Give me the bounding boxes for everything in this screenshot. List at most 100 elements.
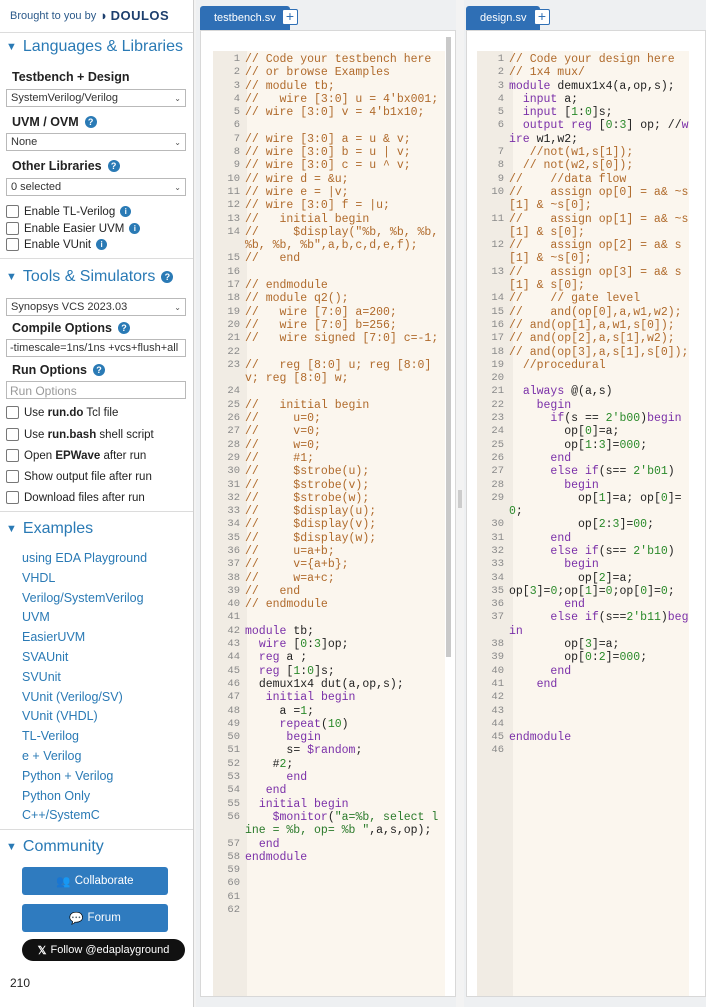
show-output-option[interactable]: Show output file after run	[6, 470, 152, 483]
code-text[interactable]: if(s == 2'b00)begin	[509, 412, 689, 425]
code-text[interactable]: // or browse Examples	[245, 66, 443, 79]
code-text[interactable]: // v=0;	[245, 425, 443, 438]
code-text[interactable]: // $strobe(v);	[245, 479, 443, 492]
help-icon[interactable]: ?	[161, 271, 174, 283]
doulos-logo[interactable]: ◗ DOULOS	[100, 8, 169, 23]
example-link[interactable]: SVAUnit	[22, 650, 68, 664]
code-text[interactable]	[509, 372, 689, 385]
code-text[interactable]: // assign op[3] = a& s[1] & s[0];	[509, 266, 689, 293]
language-select[interactable]: SystemVerilog/Verilog ⌄	[6, 89, 186, 107]
code-text[interactable]: // $display(w);	[245, 532, 443, 545]
code-text[interactable]: #2;	[245, 758, 443, 771]
code-text[interactable]: // and(op[0],a,w1,w2);	[509, 306, 689, 319]
code-text[interactable]: // end	[245, 585, 443, 598]
code-text[interactable]: //not(w1,s[1]);	[509, 146, 689, 159]
code-text[interactable]: // module tb;	[245, 80, 443, 93]
code-text[interactable]: end	[509, 598, 689, 611]
checkbox[interactable]	[6, 428, 19, 441]
code-text[interactable]: end	[245, 771, 443, 784]
code-text[interactable]: op[3]=0;op[1]=0;op[0]=0;	[509, 585, 689, 598]
use-run-bash-option[interactable]: Use run.bash shell script	[6, 428, 154, 441]
code-text[interactable]: // assign op[1] = a& ~s[1] & s[0];	[509, 213, 689, 240]
info-icon[interactable]: i	[129, 223, 141, 234]
pane-resize-handle[interactable]	[458, 490, 462, 508]
code-text[interactable]: end	[245, 784, 443, 797]
code-text[interactable]: // $strobe(w);	[245, 492, 443, 505]
info-icon[interactable]: i	[96, 239, 108, 250]
code-text[interactable]: wire [0:3]op;	[245, 638, 443, 651]
add-file-icon[interactable]: +	[534, 9, 550, 25]
example-link[interactable]: VUnit (VHDL)	[22, 709, 98, 723]
example-link[interactable]: VUnit (Verilog/SV)	[22, 690, 123, 704]
tab-testbench[interactable]: testbench.sv	[200, 6, 290, 30]
info-icon[interactable]: i	[120, 206, 132, 217]
code-text[interactable]: // u=0;	[245, 412, 443, 425]
code-text[interactable]: end	[509, 452, 689, 465]
code-text[interactable]: endmodule	[245, 851, 443, 864]
example-link[interactable]: Python + Verilog	[22, 769, 113, 783]
code-text[interactable]: endmodule	[509, 731, 689, 744]
example-link[interactable]: Python Only	[22, 789, 90, 803]
code-text[interactable]: // Code your testbench here	[245, 53, 443, 66]
code-text[interactable]	[245, 904, 443, 917]
editor-scrollbar[interactable]	[446, 37, 451, 657]
code-text[interactable]: end	[509, 665, 689, 678]
code-text[interactable]: else if(s== 2'b10)	[509, 545, 689, 558]
help-icon[interactable]: ?	[93, 364, 105, 376]
code-text[interactable]: // module q2();	[245, 292, 443, 305]
forum-button[interactable]: 💬 Forum	[22, 904, 168, 932]
code-text[interactable]: input a;	[509, 93, 689, 106]
code-text[interactable]: // wire d = &u;	[245, 173, 443, 186]
testbench-editor[interactable]: 1 // Code your testbench here 2 // or brows…	[200, 30, 456, 997]
code-text[interactable]	[245, 346, 443, 359]
add-file-icon[interactable]: +	[282, 9, 298, 25]
code-text[interactable]: // v={a+b};	[245, 558, 443, 571]
code-text[interactable]	[245, 266, 443, 279]
code-text[interactable]: // wire [3:0] v = 4'b1x10;	[245, 106, 443, 119]
checkbox[interactable]	[6, 470, 19, 483]
code-text[interactable]	[245, 611, 443, 624]
example-link[interactable]: Verilog/SystemVerilog	[22, 591, 144, 605]
code-text[interactable]: op[3]=a;	[509, 638, 689, 651]
code-text[interactable]: // endmodule	[245, 598, 443, 611]
code-text[interactable]: else if(s==2'b11)begin	[509, 611, 689, 638]
code-text[interactable]: initial begin	[245, 691, 443, 704]
code-text[interactable]: // // gate level	[509, 292, 689, 305]
enable-vunit-option[interactable]: Enable VUnit i	[6, 238, 108, 251]
checkbox[interactable]	[6, 406, 19, 419]
code-text[interactable]: //procedural	[509, 359, 689, 372]
code-text[interactable]: // and(op[3],a,s[1],s[0]);	[509, 346, 689, 359]
code-text[interactable]: // assign op[0] = a& ~s[1] & ~s[0];	[509, 186, 689, 213]
code-text[interactable]: // wire [3:0] a = u & v;	[245, 133, 443, 146]
code-text[interactable]	[245, 891, 443, 904]
code-text[interactable]: reg [1:0]s;	[245, 665, 443, 678]
checkbox[interactable]	[6, 491, 19, 504]
example-link[interactable]: TL-Verilog	[22, 729, 79, 743]
code-text[interactable]: begin	[509, 479, 689, 492]
example-link[interactable]: EasierUVM	[22, 630, 85, 644]
code-text[interactable]: // assign op[2] = a& s[1] & ~s[0];	[509, 239, 689, 266]
help-icon[interactable]: ?	[118, 322, 130, 334]
code-text[interactable]: // not(w2,s[0]);	[509, 159, 689, 172]
code-text[interactable]: // and(op[2],a,s[1],w2);	[509, 332, 689, 345]
code-text[interactable]: $monitor("a=%b, select line = %b, op= %b…	[245, 811, 443, 838]
example-link[interactable]: SVUnit	[22, 670, 61, 684]
code-text[interactable]: end	[245, 838, 443, 851]
code-text[interactable]: output reg [0:3] op; //wire w1,w2;	[509, 119, 689, 146]
follow-x-button[interactable]: 𝕏 Follow @edaplayground	[22, 939, 185, 961]
code-text[interactable]: end	[509, 678, 689, 691]
simulator-select[interactable]: Synopsys VCS 2023.03 ⌄	[6, 298, 186, 316]
help-icon[interactable]: ?	[84, 116, 97, 128]
code-text[interactable]: op[1]=a; op[0]=0;	[509, 492, 689, 519]
code-text[interactable]: begin	[245, 731, 443, 744]
uvm-select[interactable]: None ⌄	[6, 133, 186, 151]
code-text[interactable]: s= $random;	[245, 744, 443, 757]
code-text[interactable]: // 1x4 mux/	[509, 66, 689, 79]
code-text[interactable]	[509, 718, 689, 731]
code-text[interactable]: // u=a+b;	[245, 545, 443, 558]
code-text[interactable]: // Code your design here	[509, 53, 689, 66]
checkbox[interactable]	[6, 205, 19, 218]
languages-section-header[interactable]: ▼ Languages & Libraries	[6, 38, 183, 56]
download-files-option[interactable]: Download files after run	[6, 491, 145, 504]
design-editor[interactable]: 1 // Code your design here 2 // 1x4 mux/3 mo…	[466, 30, 706, 997]
